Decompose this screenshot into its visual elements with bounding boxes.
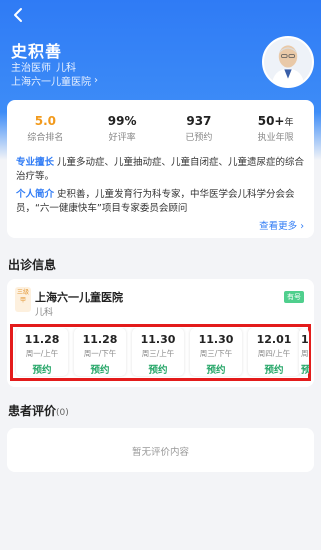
stat-unit: 年 [284, 118, 294, 128]
slot-card[interactable]: 12.01 周四/上午 预约 [248, 328, 300, 376]
slot-period: 周四/上午 [257, 349, 291, 358]
introduction-section: 个人简介 史积善，儿童发育行为科专家，中华医学会儿科学分会会员，“六一健康快车”项… [16, 188, 308, 216]
hospital-level-badge: 三级甲 [15, 287, 31, 312]
slot-date: 11.30 [140, 333, 176, 346]
introduction-tag: 个人简介 [16, 189, 55, 200]
slot-date: 12 [301, 333, 309, 346]
back-button[interactable] [9, 5, 29, 25]
book-button[interactable]: 预约 [74, 362, 126, 376]
slot-card[interactable]: 11.28 周一/下午 预约 [74, 328, 126, 376]
clinic-section-title: 出诊信息 [8, 258, 57, 272]
doctor-hospital-link[interactable]: 上海六一儿童医院 › [11, 73, 98, 88]
stat-value: 937 [186, 114, 212, 128]
slot-card[interactable]: 11.30 周三/下午 预约 [190, 328, 242, 376]
slot-period: 周一/上午 [25, 349, 59, 358]
introduction-text: 史积善，儿童发育行为科专家，中华医学会儿科学分会会员，“六一健康快车”项目专家委… [16, 189, 295, 214]
reviews-section-title: 患者评价(0) [8, 402, 69, 419]
clinic-hospital-name: 上海六一儿童医院 [35, 291, 123, 304]
reviews-empty-text: 暂无评价内容 [131, 447, 189, 458]
stat-rating: 5.0 综合排名 [7, 114, 84, 143]
slot-date: 11.28 [82, 333, 118, 346]
doctor-info-card: 5.0 综合排名 99% 好评率 937 已预约 50+年 执业年限 专业擅长儿… [7, 100, 314, 238]
book-button[interactable]: 预 [301, 362, 309, 376]
chevron-left-icon [14, 8, 22, 22]
slot-card[interactable]: 11.28 周一/上午 预约 [16, 328, 68, 376]
book-button[interactable]: 预约 [16, 362, 68, 376]
stat-value: 50+ [257, 114, 285, 128]
specialty-section: 专业擅长 儿童多动症、儿童抽动症、儿童自闭症、儿童遗尿症的综合治疗等。 [16, 156, 308, 184]
stat-label: 好评率 [108, 133, 136, 143]
slot-date: 12.01 [256, 333, 292, 346]
specialty-text: 儿童多动症、儿童抽动症、儿童自闭症、儿童遗尿症的综合治疗等。 [16, 157, 305, 182]
view-more-link[interactable]: 查看更多 › [259, 218, 304, 232]
book-button[interactable]: 预约 [190, 362, 242, 376]
slot-period: 周一/下午 [83, 349, 117, 358]
clinic-card: 三级甲 上海六一儿童医院 儿科 有号 11.28 周一/上午 预约 11.28 … [7, 279, 314, 387]
stat-booked: 937 已预约 [161, 114, 238, 143]
stat-value: 99% [107, 114, 137, 128]
stats-row: 5.0 综合排名 99% 好评率 937 已预约 50+年 执业年限 [7, 114, 314, 143]
stat-praise-rate: 99% 好评率 [84, 114, 161, 143]
doctor-avatar [262, 36, 314, 88]
reviews-card: 暂无评价内容 [7, 428, 314, 472]
reviews-count: (0) [56, 408, 69, 418]
stat-label: 综合排名 [27, 133, 64, 143]
slot-date: 11.30 [198, 333, 234, 346]
slot-period: 周三/上午 [141, 349, 175, 358]
availability-badge: 有号 [284, 291, 304, 303]
doctor-subtitle: 主治医师 儿科 [11, 59, 76, 74]
reviews-title: 患者评价 [8, 404, 57, 418]
stat-label: 执业年限 [257, 133, 294, 143]
stat-practice-years: 50+年 执业年限 [237, 114, 314, 143]
slot-period: 周四 [301, 349, 309, 358]
chevron-right-icon: › [300, 221, 304, 232]
slot-period: 周三/下午 [199, 349, 233, 358]
slot-date: 11.28 [24, 333, 60, 346]
stat-label: 已预约 [185, 133, 213, 143]
slot-card[interactable]: 11.30 周三/上午 预约 [132, 328, 184, 376]
stat-value: 5.0 [34, 114, 56, 128]
specialty-tag: 专业擅长 [16, 157, 55, 168]
chevron-right-icon: › [94, 75, 98, 86]
schedule-slots[interactable]: 11.28 周一/上午 预约 11.28 周一/下午 预约 11.30 周三/上… [14, 328, 309, 377]
doctor-hospital: 上海六一儿童医院 [11, 77, 91, 88]
view-more-label: 查看更多 [259, 221, 298, 232]
book-button[interactable]: 预约 [132, 362, 184, 376]
clinic-department: 儿科 [35, 308, 54, 318]
slot-card[interactable]: 12 周四 预 [299, 328, 309, 376]
book-button[interactable]: 预约 [248, 362, 300, 376]
